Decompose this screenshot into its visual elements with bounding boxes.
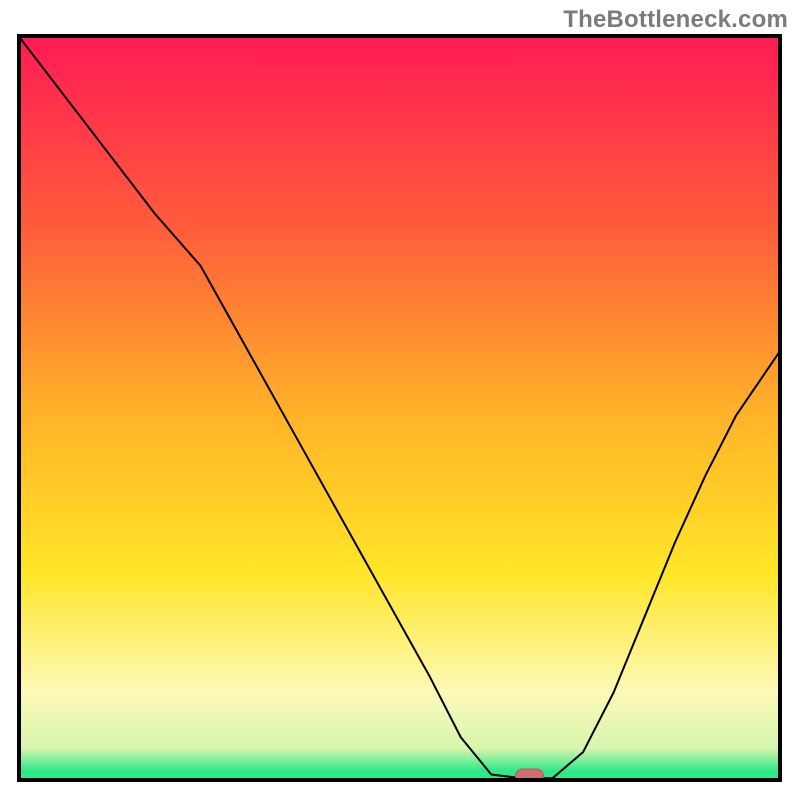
bottleneck-chart-svg bbox=[17, 34, 782, 782]
plot-area bbox=[17, 34, 782, 782]
watermark-text: TheBottleneck.com bbox=[563, 6, 788, 34]
chart-background bbox=[17, 34, 782, 782]
chart-container: TheBottleneck.com bbox=[0, 0, 800, 800]
